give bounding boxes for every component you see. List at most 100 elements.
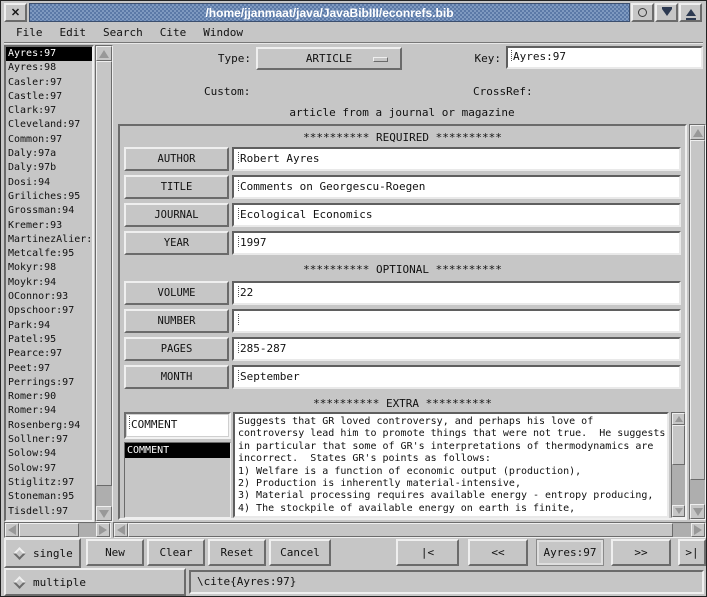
list-item[interactable]: Peet:97 [6, 362, 92, 376]
citation-list[interactable]: Ayres:97Ayres:98Casler:97Castle:97Clark:… [4, 45, 94, 522]
scroll-thumb[interactable] [690, 140, 705, 480]
radio-diamond-icon[interactable] [13, 547, 26, 560]
list-item[interactable]: COMMENT [125, 443, 230, 458]
list-item[interactable]: Casler:97 [6, 76, 92, 90]
citation-list-vscrollbar[interactable] [95, 45, 113, 522]
list-item[interactable]: Common:97 [6, 133, 92, 147]
close-button[interactable]: ✕ [4, 3, 27, 22]
scroll-right-button[interactable] [96, 523, 110, 537]
scroll-thumb[interactable] [19, 523, 79, 537]
list-item[interactable]: Patel:95 [6, 333, 92, 347]
list-item[interactable]: Rosenberg:94 [6, 419, 92, 433]
list-item[interactable]: Romer:90 [6, 390, 92, 404]
nav-last-button[interactable]: >| [678, 539, 706, 566]
pages-label[interactable]: PAGES [124, 337, 229, 361]
volume-label[interactable]: VOLUME [124, 281, 229, 305]
list-item[interactable]: Sollner:97 [6, 433, 92, 447]
form-vscrollbar[interactable] [689, 124, 706, 520]
title-input[interactable]: Comments on Georgescu-Roegen [232, 175, 681, 199]
extra-text-vscrollbar[interactable] [671, 412, 686, 518]
list-item[interactable]: Kremer:93 [6, 219, 92, 233]
scroll-down-button[interactable] [96, 506, 112, 521]
list-item[interactable]: Stoneman:95 [6, 490, 92, 504]
month-label[interactable]: MONTH [124, 365, 229, 389]
iconify-button[interactable] [631, 3, 654, 22]
author-input[interactable]: Robert Ayres [232, 147, 681, 171]
scroll-thumb[interactable] [96, 61, 112, 486]
scroll-left-button[interactable] [5, 523, 19, 537]
list-item[interactable]: Daly:97a [6, 147, 92, 161]
form-hscrollbar[interactable] [113, 522, 706, 538]
mode-multiple[interactable]: multiple [4, 568, 186, 596]
cite-command-field[interactable]: \cite{Ayres:97} [189, 570, 704, 594]
list-item[interactable]: Ayres:98 [6, 61, 92, 75]
maximize-button[interactable] [679, 3, 702, 22]
list-item[interactable]: Moykr:94 [6, 276, 92, 290]
mode-single[interactable]: single [4, 538, 81, 568]
list-item[interactable]: Pearce:97 [6, 347, 92, 361]
volume-input[interactable]: 22 [232, 281, 681, 305]
menu-file[interactable]: File [16, 26, 43, 39]
scroll-down-button[interactable] [672, 505, 685, 517]
nav-next-button[interactable]: >> [611, 539, 671, 566]
title-label[interactable]: TITLE [124, 175, 229, 199]
list-item[interactable]: OConnor:93 [6, 290, 92, 304]
list-item[interactable]: Grossman:94 [6, 204, 92, 218]
extra-text-area[interactable]: Suggests that GR loved controversy, and … [233, 412, 669, 518]
reset-button[interactable]: Reset [208, 539, 266, 566]
menu-search[interactable]: Search [103, 26, 143, 39]
list-item[interactable]: Opschoor:97 [6, 304, 92, 318]
list-item[interactable]: Solow:97 [6, 462, 92, 476]
pages-input[interactable]: 285-287 [232, 337, 681, 361]
number-label[interactable]: NUMBER [124, 309, 229, 333]
author-label[interactable]: AUTHOR [124, 147, 229, 171]
radio-diamond-icon[interactable] [13, 576, 26, 589]
new-button[interactable]: New [86, 539, 144, 566]
nav-current-key[interactable]: Ayres:97 [536, 539, 604, 566]
menu-window[interactable]: Window [203, 26, 243, 39]
scroll-up-button[interactable] [690, 125, 705, 140]
scroll-thumb[interactable] [128, 523, 673, 537]
list-item[interactable]: Daly:97b [6, 161, 92, 175]
list-item[interactable]: Tisdell:97 [6, 505, 92, 519]
list-item[interactable]: Metcalfe:95 [6, 247, 92, 261]
list-item[interactable]: Romer:94 [6, 404, 92, 418]
year-label[interactable]: YEAR [124, 231, 229, 255]
list-item[interactable]: MartinezAlier:9 [6, 233, 92, 247]
type-dropdown[interactable]: ARTICLE [256, 47, 402, 70]
key-input[interactable]: Ayres:97 [506, 46, 703, 69]
cancel-button[interactable]: Cancel [269, 539, 331, 566]
list-item[interactable]: Ayres:97 [6, 47, 92, 61]
scroll-down-button[interactable] [690, 504, 705, 519]
list-item[interactable]: Perrings:97 [6, 376, 92, 390]
list-item[interactable]: Solow:94 [6, 447, 92, 461]
menu-cite[interactable]: Cite [160, 26, 187, 39]
list-item[interactable]: Castle:97 [6, 90, 92, 104]
nav-first-button[interactable]: |< [396, 539, 459, 566]
scroll-thumb[interactable] [672, 425, 685, 465]
citation-list-hscrollbar[interactable] [4, 522, 111, 538]
menu-edit[interactable]: Edit [60, 26, 87, 39]
list-item[interactable]: Mokyr:98 [6, 261, 92, 275]
year-input[interactable]: 1997 [232, 231, 681, 255]
list-item[interactable]: Stiglitz:97 [6, 476, 92, 490]
journal-input[interactable]: Ecological Economics [232, 203, 681, 227]
titlebar[interactable]: ✕ /home/jjanmaat/java/JavaBibIII/econref… [4, 3, 703, 22]
extra-field-list[interactable]: COMMENT [124, 442, 231, 518]
list-item[interactable]: Park:94 [6, 319, 92, 333]
list-item[interactable]: Griliches:95 [6, 190, 92, 204]
extra-field-name-input[interactable]: COMMENT [124, 412, 231, 439]
list-item[interactable]: Clark:97 [6, 104, 92, 118]
journal-label[interactable]: JOURNAL [124, 203, 229, 227]
scroll-left-button[interactable] [114, 523, 128, 537]
nav-prev-button[interactable]: << [468, 539, 528, 566]
month-input[interactable]: September [232, 365, 681, 389]
scroll-up-button[interactable] [672, 413, 685, 425]
clear-button[interactable]: Clear [147, 539, 205, 566]
list-item[interactable]: Cleveland:97 [6, 118, 92, 132]
shade-button[interactable] [655, 3, 678, 22]
scroll-up-button[interactable] [96, 46, 112, 61]
scroll-right-button[interactable] [691, 523, 705, 537]
list-item[interactable]: Dosi:94 [6, 176, 92, 190]
number-input[interactable] [232, 309, 681, 333]
